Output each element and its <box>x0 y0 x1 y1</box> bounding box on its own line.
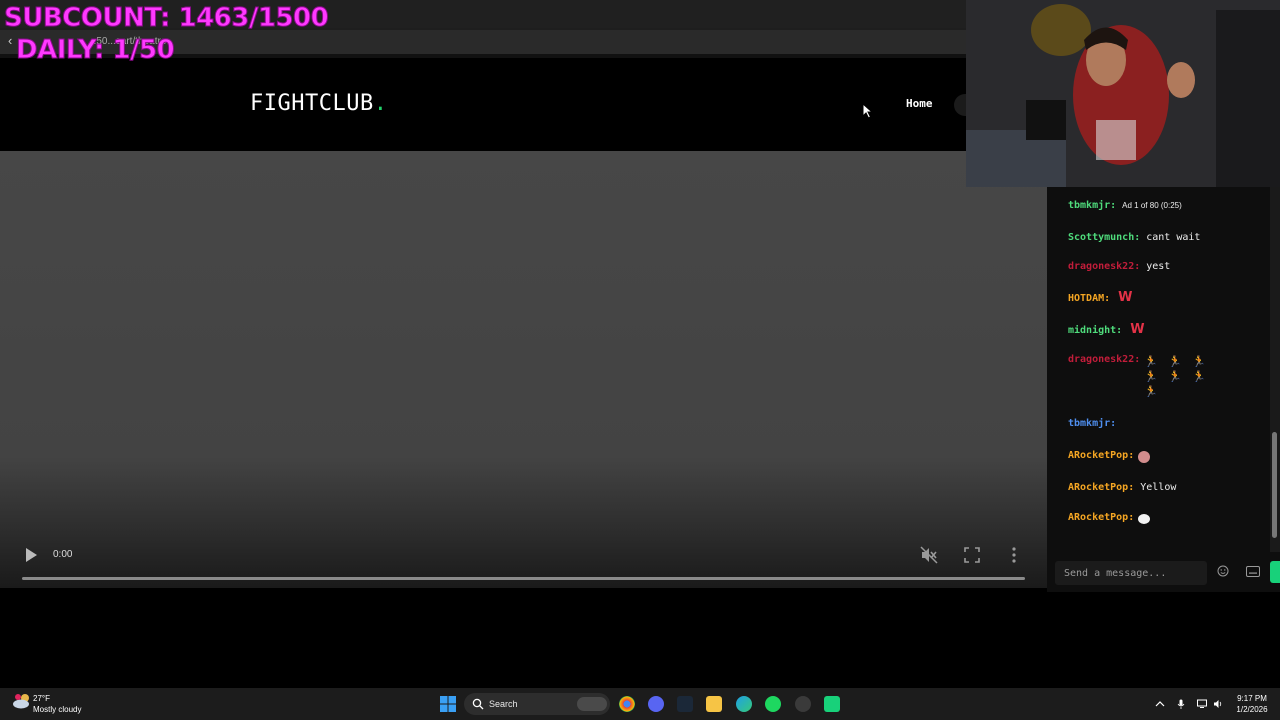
chat-username[interactable]: midnight: <box>1068 325 1122 336</box>
runner-emote-icon: 🏃 <box>1192 356 1206 368</box>
taskbar-search-label: Search <box>489 699 518 709</box>
chat-username[interactable]: Scottymunch: <box>1068 232 1140 243</box>
clock-date[interactable]: 1/2/2026 <box>1230 705 1274 714</box>
runner-emote-icon: 🏃 <box>1144 386 1158 398</box>
daily-label: DAILY: 1/50 <box>15 35 175 66</box>
video-player[interactable] <box>0 151 1047 588</box>
chat-message: dragonesk22: <box>1068 354 1140 365</box>
runner-emote-icon: 🏃 <box>1192 371 1206 383</box>
search-highlight-icon <box>577 697 607 711</box>
chat-scrollbar-thumb[interactable] <box>1272 432 1277 538</box>
chat-panel <box>1047 187 1280 592</box>
chrome-icon[interactable] <box>619 696 635 712</box>
discord-icon[interactable] <box>648 696 664 712</box>
mute-icon[interactable] <box>920 546 938 564</box>
video-progress-bar[interactable] <box>22 577 1025 580</box>
bear-emote-icon <box>1138 451 1150 463</box>
webcam-feed <box>966 0 1280 187</box>
chat-message: ARocketPop: <box>1068 450 1134 461</box>
chat-username[interactable]: ARocketPop: <box>1068 482 1134 493</box>
sheep-emote-icon <box>1138 514 1150 524</box>
stream-overlay: SUBCOUNT: 1463/1500 DAILY: 1/50 <box>3 2 329 66</box>
weather-temperature[interactable]: 27°F <box>33 694 50 703</box>
file-explorer-icon[interactable] <box>706 696 722 712</box>
chat-username[interactable]: ARocketPop: <box>1068 450 1134 461</box>
chat-username[interactable]: dragonesk22: <box>1068 261 1140 272</box>
spotify-icon[interactable] <box>765 696 781 712</box>
chat-message: tbmkmjr: Ad 1 of 80 (0:25) <box>1068 200 1182 211</box>
chat-username[interactable]: ARocketPop: <box>1068 512 1134 523</box>
runner-emote-icon: 🏃 <box>1144 371 1158 383</box>
chat-username[interactable]: HOTDAM: <box>1068 293 1110 304</box>
search-icon <box>472 698 484 710</box>
nav-home-link[interactable]: Home <box>906 97 933 110</box>
chevron-up-icon[interactable] <box>1155 699 1165 709</box>
chat-message: HOTDAM: W <box>1068 290 1133 305</box>
more-options-icon[interactable] <box>1008 546 1020 564</box>
weather-description[interactable]: Mostly cloudy <box>33 705 81 714</box>
runner-emote-icon: 🏃 <box>1168 371 1182 383</box>
edge-icon[interactable] <box>736 696 752 712</box>
site-header <box>0 58 1047 151</box>
video-time: 0:00 <box>53 549 73 560</box>
gif-icon[interactable] <box>1246 566 1260 577</box>
fullscreen-icon[interactable] <box>964 547 980 563</box>
chat-username[interactable]: dragonesk22: <box>1068 354 1140 365</box>
chat-message: midnight: W <box>1068 322 1145 337</box>
send-button[interactable] <box>1270 561 1280 583</box>
chat-username[interactable]: tbmkmjr: <box>1068 418 1116 429</box>
webcam-image <box>966 0 1280 187</box>
windows-start-icon[interactable] <box>440 696 456 712</box>
chat-input-box[interactable] <box>1055 561 1207 585</box>
chat-message: ARocketPop: Yellow <box>1068 482 1176 493</box>
volume-icon[interactable] <box>1213 699 1223 709</box>
chat-text: Ad 1 of 80 (0:25) <box>1122 201 1182 210</box>
logo-dot: . <box>373 91 388 116</box>
runner-emote-icon: 🏃 <box>1168 356 1182 368</box>
logo-text: FIGHTCLUB <box>250 91 374 116</box>
runner-emote-icon: 🏃 <box>1144 356 1158 368</box>
chat-message: dragonesk22: yest <box>1068 261 1170 272</box>
settings-gear-icon[interactable] <box>795 696 811 712</box>
network-icon[interactable] <box>1197 699 1207 709</box>
clock-time[interactable]: 9:17 PM <box>1232 694 1272 703</box>
weather-cloud-icon[interactable] <box>12 693 32 709</box>
chat-message: Scottymunch: cant wait <box>1068 232 1200 243</box>
emoji-icon[interactable] <box>1217 565 1229 577</box>
chat-text: yest <box>1146 261 1171 272</box>
windows-taskbar <box>0 688 1280 720</box>
w-emote: W <box>1118 290 1133 305</box>
w-emote: W <box>1130 322 1145 337</box>
steam-icon[interactable] <box>677 696 693 712</box>
active-app-icon[interactable] <box>824 696 840 712</box>
microphone-icon[interactable] <box>1176 699 1186 709</box>
mouse-cursor-icon <box>862 103 874 119</box>
play-icon[interactable] <box>26 548 37 562</box>
chat-text: cant wait <box>1146 232 1201 243</box>
chat-message: tbmkmjr: <box>1068 418 1116 429</box>
subcount-label: SUBCOUNT: 1463/1500 <box>3 3 329 34</box>
chat-username[interactable]: tbmkmjr: <box>1068 200 1116 211</box>
chat-text: Yellow <box>1140 482 1177 493</box>
site-logo[interactable]: FIGHTCLUB. <box>250 91 387 116</box>
chat-message-input[interactable] <box>1056 562 1206 584</box>
chat-message: ARocketPop: <box>1068 512 1134 523</box>
